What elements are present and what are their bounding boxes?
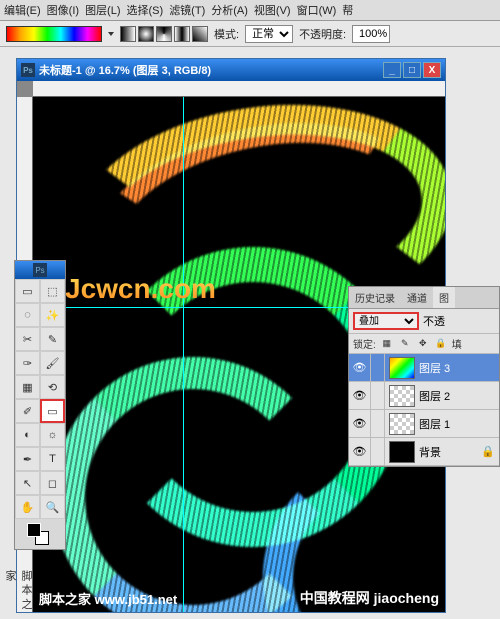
tab-history[interactable]: 历史记录	[349, 287, 401, 308]
gradient-radial-icon[interactable]	[138, 26, 154, 42]
tool-zoom[interactable]: 🔍	[40, 495, 65, 519]
gradient-reflected-icon[interactable]	[174, 26, 190, 42]
tool-pen[interactable]: ✒	[15, 447, 40, 471]
visibility-toggle[interactable]: 👁	[349, 410, 371, 437]
document-title: 未标题-1 @ 16.7% (图层 3, RGB/8)	[39, 62, 211, 78]
fill-label: 填	[452, 336, 462, 351]
layer-row[interactable]: 👁 图层 2	[349, 382, 499, 410]
lock-label: 锁定:	[353, 336, 376, 351]
tool-heal[interactable]: ✑	[15, 351, 40, 375]
link-cell[interactable]	[371, 410, 385, 437]
visibility-toggle[interactable]: 👁	[349, 382, 371, 409]
foreground-color[interactable]	[27, 523, 41, 537]
menu-bar: 编辑(E) 图像(I) 图层(L) 选择(S) 滤镜(T) 分析(A) 视图(V…	[0, 0, 500, 21]
mode-select[interactable]: 正常	[245, 25, 293, 43]
maximize-button[interactable]: □	[403, 62, 421, 78]
layer-name[interactable]: 图层 3	[419, 360, 450, 376]
layer-row[interactable]: 👁 图层 3	[349, 354, 499, 382]
menu-help[interactable]: 帮	[342, 2, 353, 18]
tool-blur[interactable]: ◐	[15, 423, 40, 447]
layer-name[interactable]: 图层 2	[419, 388, 450, 404]
minimize-button[interactable]: _	[383, 62, 401, 78]
mode-label: 模式:	[214, 26, 239, 42]
watermark-jcwcn: Jcwcn.com	[65, 273, 216, 305]
options-bar: 模式: 正常 不透明度:	[0, 21, 500, 47]
color-swatches[interactable]	[15, 519, 65, 549]
layer-thumbnail[interactable]	[389, 385, 415, 407]
lock-transparent-icon[interactable]: ▦	[380, 337, 394, 351]
ps-logo-icon: Ps	[33, 263, 47, 277]
guide-vertical[interactable]	[183, 97, 184, 612]
layers-panel: 历史记录 通道 图 叠加 不透 锁定: ▦ ✎ ✥ 🔒 填 👁 图层 3 👁 图层 2…	[348, 286, 500, 467]
menu-select[interactable]: 选择(S)	[127, 2, 164, 18]
blend-mode-select[interactable]: 叠加	[353, 312, 419, 330]
layer-thumbnail[interactable]	[389, 413, 415, 435]
tool-lasso[interactable]: ◌	[15, 303, 40, 327]
layer-thumbnail[interactable]	[389, 441, 415, 463]
tool-wand[interactable]: ✨	[40, 303, 65, 327]
menu-image[interactable]: 图像(I)	[47, 2, 79, 18]
layer-name[interactable]: 背景	[419, 444, 441, 460]
menu-window[interactable]: 窗口(W)	[297, 2, 337, 18]
toolbox[interactable]: Ps ▭⬚◌✨✂✎✑🖌▦⟲✐▭◐☼✒T↖◻✋🔍	[14, 260, 66, 550]
tool-shape[interactable]: ◻	[40, 471, 65, 495]
menu-view[interactable]: 视图(V)	[254, 2, 291, 18]
tool-marquee[interactable]: ⬚	[40, 279, 65, 303]
watermark-right: 中国教程网 jiaocheng	[300, 588, 439, 608]
tool-move[interactable]: ▭	[15, 279, 40, 303]
layer-name[interactable]: 图层 1	[419, 416, 450, 432]
lock-all-icon[interactable]: 🔒	[434, 337, 448, 351]
tab-layers[interactable]: 图	[433, 287, 455, 308]
lock-icon: 🔒	[481, 445, 495, 458]
tool-gradient[interactable]: ▭	[40, 399, 65, 423]
menu-analysis[interactable]: 分析(A)	[211, 2, 248, 18]
tool-crop[interactable]: ✂	[15, 327, 40, 351]
link-cell[interactable]	[371, 354, 385, 381]
gradient-diamond-icon[interactable]	[192, 26, 208, 42]
gradient-swatch[interactable]	[6, 26, 102, 42]
visibility-toggle[interactable]: 👁	[349, 438, 371, 465]
gradient-type-buttons	[120, 26, 208, 42]
tool-brush[interactable]: 🖌	[40, 351, 65, 375]
layer-thumbnail[interactable]	[389, 357, 415, 379]
watermark-jb51: 脚本之家 www.jb51.net	[39, 589, 177, 608]
link-cell[interactable]	[371, 382, 385, 409]
page-watermark-vertical: 脚 本 之 家	[2, 570, 34, 619]
link-cell[interactable]	[371, 438, 385, 465]
tool-dodge[interactable]: ☼	[40, 423, 65, 447]
ps-icon: Ps	[21, 63, 35, 77]
tool-history[interactable]: ⟲	[40, 375, 65, 399]
lock-position-icon[interactable]: ✥	[416, 337, 430, 351]
tool-eraser[interactable]: ✐	[15, 399, 40, 423]
tool-slice[interactable]: ✎	[40, 327, 65, 351]
close-button[interactable]: X	[423, 62, 441, 78]
document-titlebar[interactable]: Ps 未标题-1 @ 16.7% (图层 3, RGB/8) _ □ X	[17, 59, 445, 81]
opacity-label: 不透明度:	[299, 26, 346, 42]
gradient-linear-icon[interactable]	[120, 26, 136, 42]
gradient-picker-arrow-icon[interactable]	[108, 32, 114, 36]
tool-hand[interactable]: ✋	[15, 495, 40, 519]
opacity-input[interactable]	[352, 25, 390, 43]
menu-edit[interactable]: 编辑(E)	[4, 2, 41, 18]
layer-row[interactable]: 👁 图层 1	[349, 410, 499, 438]
gradient-angle-icon[interactable]	[156, 26, 172, 42]
lock-pixels-icon[interactable]: ✎	[398, 337, 412, 351]
menu-layer[interactable]: 图层(L)	[85, 2, 120, 18]
visibility-toggle[interactable]: 👁	[349, 354, 371, 381]
tool-stamp[interactable]: ▦	[15, 375, 40, 399]
layer-opacity-label: 不透	[423, 313, 445, 329]
ruler-horizontal[interactable]	[33, 81, 445, 97]
tool-type[interactable]: T	[40, 447, 65, 471]
layer-row[interactable]: 👁 背景 🔒	[349, 438, 499, 466]
tool-path[interactable]: ↖	[15, 471, 40, 495]
tab-channels[interactable]: 通道	[401, 287, 433, 308]
menu-filter[interactable]: 滤镜(T)	[169, 2, 205, 18]
toolbox-header[interactable]: Ps	[15, 261, 65, 279]
